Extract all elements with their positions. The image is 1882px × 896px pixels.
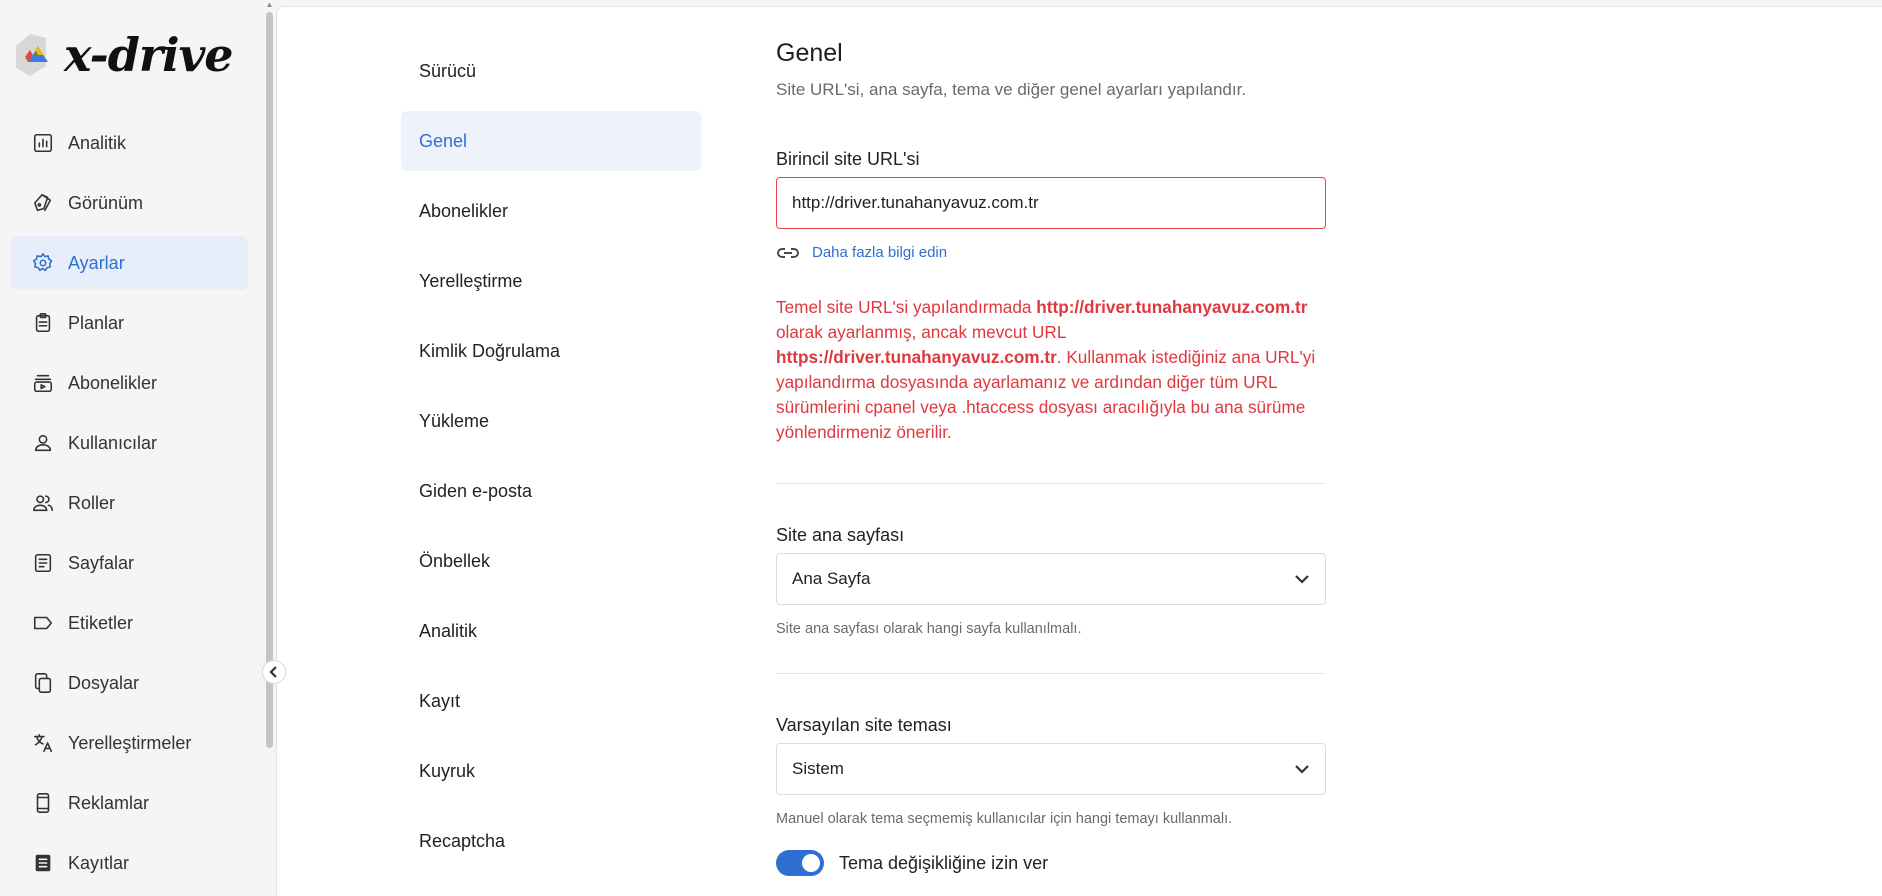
people-icon [31, 491, 55, 515]
sidebar-nav: Analitik Görünüm Ayarlar Planlar Aboneli… [11, 116, 248, 896]
settings-nav: Sürücü Genel Abonelikler Yerelleştirme K… [401, 41, 701, 881]
error-configured-url: http://driver.tunahanyavuz.com.tr [1036, 297, 1308, 317]
learn-more-label: Daha fazla bilgi edin [812, 244, 948, 261]
section-divider [776, 673, 1326, 674]
settings-nav-yerellestirme[interactable]: Yerelleştirme [401, 251, 701, 311]
theme-toggle-row: Tema değişikliğine izin ver [776, 850, 1326, 876]
sidebar-item-label: Reklamlar [68, 792, 150, 813]
sidebar-item-gorunum[interactable]: Görünüm [11, 176, 248, 230]
sidebar-item-kayitlar[interactable]: Kayıtlar [11, 836, 248, 890]
sidebar-item-planlar[interactable]: Planlar [11, 296, 248, 350]
settings-nav-analitik[interactable]: Analitik [401, 601, 701, 661]
error-text-part2: olarak ayarlanmış, ancak mevcut URL [776, 322, 1066, 342]
logo-text: x-drive [64, 28, 234, 82]
settings-panel: Sürücü Genel Abonelikler Yerelleştirme K… [276, 6, 1882, 896]
appearance-icon [31, 191, 55, 215]
tag-icon [31, 611, 55, 635]
sidebar-scrollbar-thumb[interactable] [266, 12, 273, 748]
subscriptions-icon [31, 371, 55, 395]
logs-icon [31, 851, 55, 875]
sidebar-item-reklamlar[interactable]: Reklamlar [11, 776, 248, 830]
homepage-section: Site ana sayfası Ana Sayfa Site ana sayf… [776, 525, 1326, 637]
site-url-input[interactable] [776, 177, 1326, 229]
sidebar-item-yerellestirmeler[interactable]: Yerelleştirmeler [11, 716, 248, 770]
document-icon [31, 551, 55, 575]
theme-select-value: Sistem [792, 759, 844, 778]
settings-nav-abonelikler[interactable]: Abonelikler [401, 181, 701, 241]
collapse-sidebar-button[interactable] [262, 660, 286, 684]
sidebar-item-label: Ayarlar [68, 252, 125, 273]
sidebar-item-ayarlar[interactable]: Ayarlar [11, 236, 248, 290]
link-icon [777, 247, 799, 258]
analytics-icon [31, 131, 55, 155]
sidebar-item-kullanicilar[interactable]: Kullanıcılar [11, 416, 248, 470]
sidebar-item-roller[interactable]: Roller [11, 476, 248, 530]
theme-section: Varsayılan site teması Sistem Manuel ola… [776, 715, 1326, 876]
settings-nav-yukleme[interactable]: Yükleme [401, 391, 701, 451]
phone-icon [31, 791, 55, 815]
gear-icon [31, 251, 55, 275]
sidebar-item-dosyalar[interactable]: Dosyalar [11, 656, 248, 710]
sidebar-item-analitik[interactable]: Analitik [11, 116, 248, 170]
page-title: Genel [776, 39, 843, 67]
sidebar-item-sayfalar[interactable]: Sayfalar [11, 536, 248, 590]
site-url-section: Birincil site URL'si Daha fazla bilgi ed… [776, 149, 1326, 445]
sidebar-item-label: Analitik [68, 132, 127, 153]
toggle-knob [802, 854, 820, 872]
page-description: Site URL'si, ana sayfa, tema ve diğer ge… [776, 80, 1247, 99]
sidebar-item-label: Kayıtlar [68, 852, 130, 873]
theme-change-toggle[interactable] [776, 850, 824, 876]
sidebar-item-abonelikler[interactable]: Abonelikler [11, 356, 248, 410]
logo-icon [12, 32, 62, 78]
theme-hint: Manuel olarak tema seçmemiş kullanıcılar… [776, 811, 1233, 827]
settings-nav-surucu[interactable]: Sürücü [401, 41, 701, 101]
settings-nav-recaptcha[interactable]: Recaptcha [401, 811, 701, 871]
site-url-label: Birincil site URL'si [776, 149, 920, 169]
scroll-up-arrow-icon[interactable]: ▲ [264, 0, 275, 10]
chevron-down-icon [1295, 765, 1309, 774]
chevron-down-icon [1295, 575, 1309, 584]
theme-select[interactable]: Sistem [776, 743, 1326, 795]
error-current-url: https://driver.tunahanyavuz.com.tr [776, 347, 1057, 367]
general-settings-content: Genel Site URL'si, ana sayfa, tema ve di… [776, 39, 1326, 876]
section-divider [776, 483, 1326, 484]
site-url-error: Temel site URL'si yapılandırmada http://… [776, 295, 1326, 445]
homepage-hint: Site ana sayfası olarak hangi sayfa kull… [776, 621, 1082, 637]
settings-nav-kuyruk[interactable]: Kuyruk [401, 741, 701, 801]
sidebar-item-label: Dosyalar [68, 672, 140, 693]
error-text-part1: Temel site URL'si yapılandırmada [776, 297, 1037, 317]
sidebar-item-etiketler[interactable]: Etiketler [11, 596, 248, 650]
homepage-select[interactable]: Ana Sayfa [776, 553, 1326, 605]
theme-label: Varsayılan site teması [776, 715, 952, 735]
clipboard-icon [31, 311, 55, 335]
settings-nav-onbellek[interactable]: Önbellek [401, 531, 701, 591]
settings-nav-kayit[interactable]: Kayıt [401, 671, 701, 731]
settings-nav-genel[interactable]: Genel [401, 111, 701, 171]
homepage-label: Site ana sayfası [776, 525, 905, 545]
sidebar-item-label: Roller [68, 492, 116, 513]
sidebar-item-label: Abonelikler [68, 372, 158, 393]
app-logo[interactable]: x-drive [12, 28, 234, 82]
homepage-select-value: Ana Sayfa [792, 569, 871, 588]
theme-toggle-label: Tema değişikliğine izin ver [839, 852, 1049, 873]
sidebar-item-label: Kullanıcılar [68, 432, 158, 453]
settings-nav-kimlik-dogrulama[interactable]: Kimlik Doğrulama [401, 321, 701, 381]
chevron-left-icon [269, 666, 277, 678]
sidebar-item-label: Yerelleştirmeler [68, 732, 192, 753]
sidebar-item-label: Sayfalar [68, 552, 135, 573]
learn-more-link[interactable]: Daha fazla bilgi edin [776, 244, 1326, 261]
sidebar: x-drive Analitik Görünüm Ayarlar Planlar… [0, 0, 262, 895]
settings-nav-giden-eposta[interactable]: Giden e-posta [401, 461, 701, 521]
sidebar-item-label: Etiketler [68, 612, 134, 633]
user-icon [31, 431, 55, 455]
files-icon [31, 671, 55, 695]
sidebar-item-label: Planlar [68, 312, 125, 333]
translate-icon [31, 731, 55, 755]
sidebar-item-label: Görünüm [68, 192, 144, 213]
